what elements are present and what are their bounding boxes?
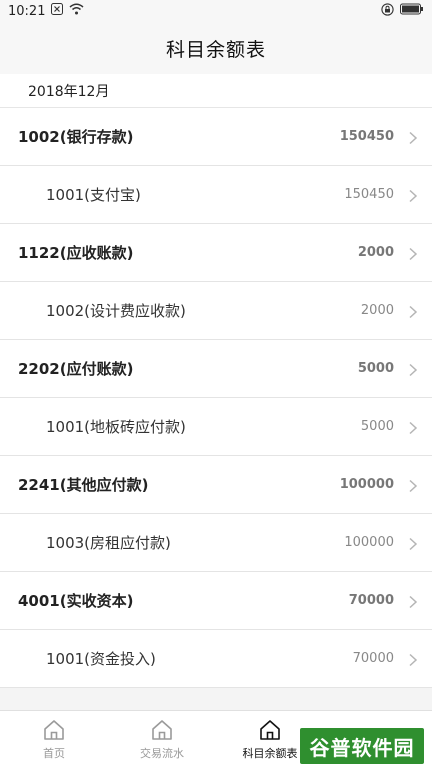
nav-label: 科目余额表 (242, 746, 298, 760)
account-balance: 100000 (339, 477, 394, 492)
nav-label: 首页 (43, 746, 65, 760)
account-row[interactable]: 1002(银行存款) 150450 (0, 108, 432, 166)
status-bar: 10:21 (0, 0, 432, 22)
sub-account-row[interactable]: 1003(房租应付款) 100000 (0, 514, 432, 572)
account-balance: 70000 (352, 651, 394, 666)
screen: 10:21 科目余额表 2018年12月 1002(银行存款) 150450 100… (0, 0, 432, 768)
account-name: 1122(应收账款) (18, 244, 134, 262)
lock-rotation-icon (381, 2, 394, 20)
account-row[interactable]: 2241(其他应付款) 100000 (0, 456, 432, 514)
account-balance-list: 1002(银行存款) 150450 1001(支付宝) 150450 1122(应收账款… (0, 108, 432, 688)
account-balance: 150450 (339, 129, 394, 144)
account-row[interactable]: 1122(应收账款) 2000 (0, 224, 432, 282)
sub-account-row[interactable]: 1001(地板砖应付款) 5000 (0, 398, 432, 456)
account-balance: 2000 (357, 245, 394, 260)
nav-label: 交易流水 (140, 746, 184, 760)
account-name: 2241(其他应付款) (18, 476, 149, 494)
account-row[interactable]: 2202(应付账款) 5000 (0, 340, 432, 398)
status-time: 10:21 (8, 3, 46, 19)
account-row[interactable]: 4001(实收资本) 70000 (0, 572, 432, 630)
sub-account-row[interactable]: 1001(支付宝) 150450 (0, 166, 432, 224)
battery-icon (400, 3, 424, 19)
app-header: 科目余额表 (0, 22, 432, 74)
page-title: 科目余额表 (165, 38, 266, 61)
chevron-right-icon (408, 304, 418, 318)
period-label[interactable]: 2018年12月 (0, 74, 432, 108)
account-name: 1001(地板砖应付款) (46, 418, 186, 436)
nav-item-1[interactable]: 交易流水 (108, 711, 216, 768)
nav-item-0[interactable]: 首页 (0, 711, 108, 768)
account-name: 1002(银行存款) (18, 128, 134, 146)
close-box-icon (51, 3, 64, 19)
account-name: 1001(资金投入) (46, 650, 156, 668)
account-name: 1002(设计费应收款) (46, 302, 186, 320)
account-name: 4001(实收资本) (18, 592, 134, 610)
account-balance: 100000 (344, 535, 394, 550)
account-balance: 2000 (360, 303, 394, 318)
sub-account-row[interactable]: 1002(设计费应收款) 2000 (0, 282, 432, 340)
account-balance: 5000 (357, 361, 394, 376)
chevron-right-icon (408, 594, 418, 608)
sub-account-row[interactable]: 1001(资金投入) 70000 (0, 630, 432, 688)
wifi-icon (69, 3, 84, 19)
home-icon (150, 719, 174, 741)
account-name: 1001(支付宝) (46, 186, 141, 204)
account-balance: 70000 (348, 593, 394, 608)
chevron-right-icon (408, 130, 418, 144)
account-balance: 150450 (344, 187, 394, 202)
home-icon (42, 719, 66, 741)
account-balance: 5000 (360, 419, 394, 434)
chevron-right-icon (408, 478, 418, 492)
chevron-right-icon (408, 188, 418, 202)
chevron-right-icon (408, 652, 418, 666)
home-icon (258, 719, 282, 741)
chevron-right-icon (408, 420, 418, 434)
chevron-right-icon (408, 362, 418, 376)
chevron-right-icon (408, 536, 418, 550)
chevron-right-icon (408, 246, 418, 260)
watermark: 谷普软件园 (300, 728, 424, 764)
account-name: 1003(房租应付款) (46, 534, 171, 552)
account-name: 2202(应付账款) (18, 360, 134, 378)
